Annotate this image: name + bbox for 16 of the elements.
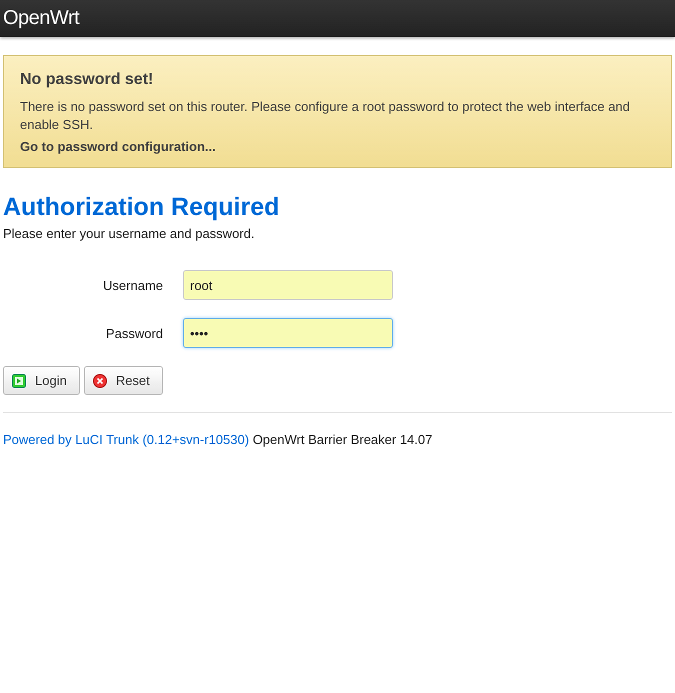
page-heading: Authorization Required: [3, 192, 280, 222]
intro-text: Please enter your username and password.: [3, 224, 256, 243]
play-icon: [12, 374, 26, 388]
input-field[interactable]: root: [183, 270, 393, 300]
field-label: Username: [102, 276, 164, 294]
input-field[interactable]: ••••: [183, 318, 393, 348]
close-icon: [92, 374, 107, 388]
field-label: Password: [104, 324, 164, 342]
password-config-link[interactable]: Go to password configuration...: [20, 138, 216, 154]
login-button[interactable]: Login: [3, 366, 80, 396]
luci-link[interactable]: Powered by LuCI Trunk (0.12+svn-r10530): [3, 432, 250, 448]
reset-button[interactable]: Reset: [84, 366, 163, 396]
brand-logo[interactable]: OpenWrt: [0, 0, 675, 36]
version-text: OpenWrt Barrier Breaker 14.07: [252, 432, 432, 448]
warning-title: No password set!: [20, 70, 154, 90]
warning-message: There is no password set on this router. Please configure a root password to protect the web interface and enable SSH.: [20, 98, 631, 134]
